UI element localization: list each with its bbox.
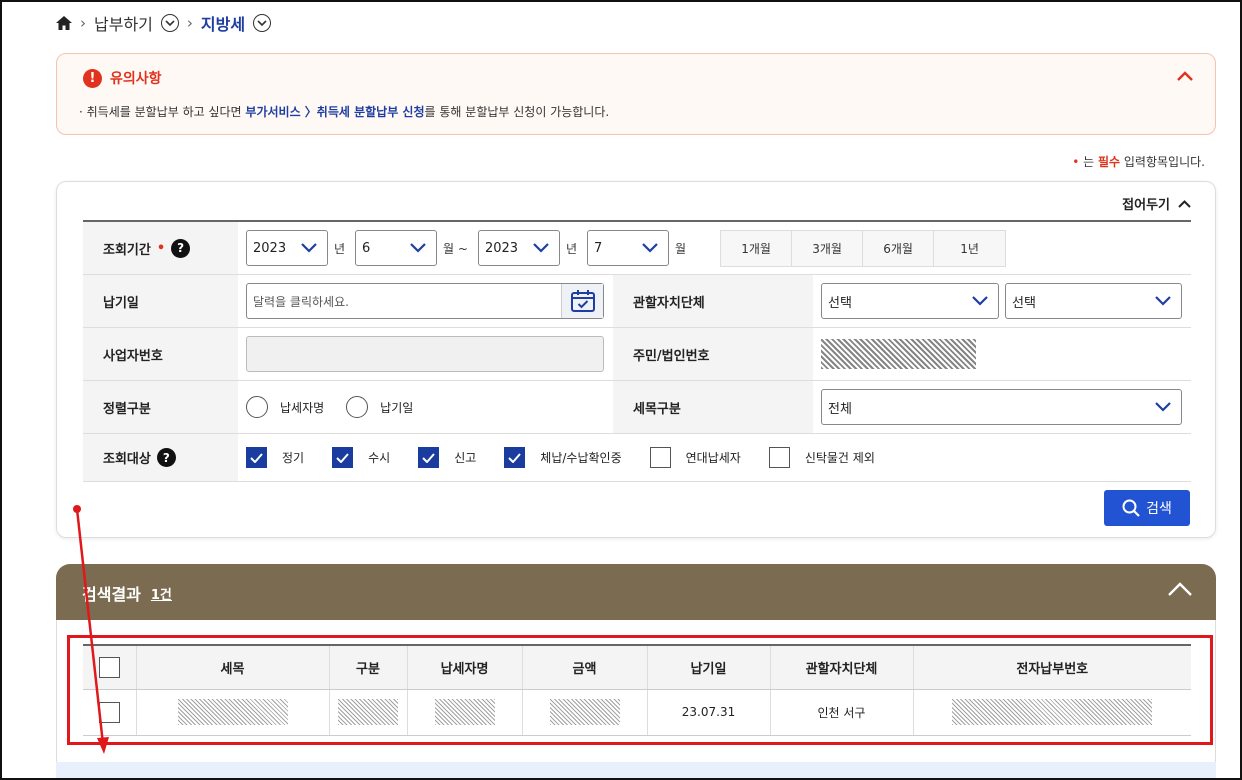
annotation-arrow	[73, 505, 109, 754]
